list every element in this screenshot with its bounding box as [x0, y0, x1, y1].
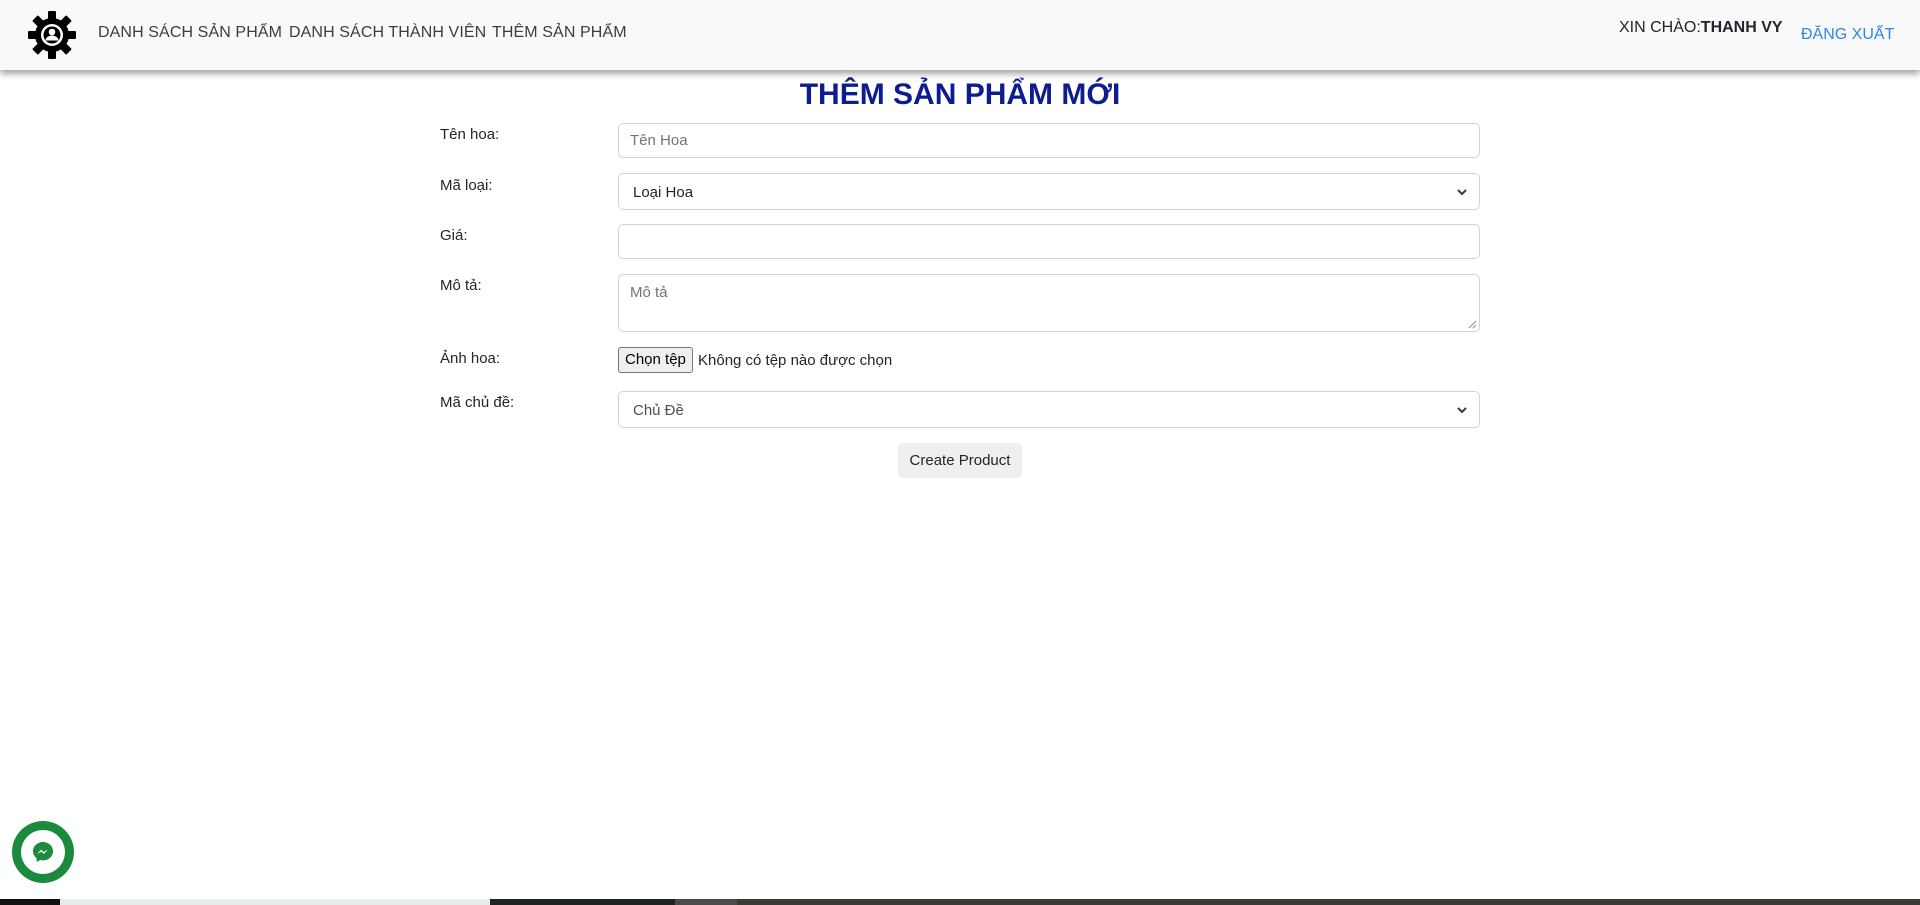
description-label: Mô tả:	[440, 277, 482, 294]
chevron-down-icon	[1457, 407, 1467, 414]
topic-selected-value: Chủ Đề	[633, 402, 684, 419]
taskbar-segment	[490, 899, 675, 905]
gear-user-icon[interactable]	[27, 10, 77, 60]
taskbar-segment	[737, 899, 1920, 905]
chevron-down-icon	[1457, 189, 1467, 196]
messenger-chat-button[interactable]	[12, 821, 74, 883]
choose-file-button[interactable]: Chọn tệp	[618, 347, 693, 373]
create-product-button[interactable]: Create Product	[898, 443, 1022, 478]
name-label: Tên hoa:	[440, 126, 500, 143]
nav-link-add-product[interactable]: THÊM SẢN PHẨM	[492, 24, 627, 42]
greeting-prefix: XIN CHÀO:	[1619, 19, 1701, 36]
nav-link-product-list[interactable]: DANH SÁCH SẢN PHẨM	[98, 24, 282, 42]
taskbar-segment	[60, 899, 490, 905]
messenger-button-inner	[21, 830, 65, 874]
greeting: XIN CHÀO:THANH VY	[1619, 19, 1783, 37]
flower-name-input[interactable]	[618, 123, 1480, 158]
taskbar-strip	[0, 899, 1920, 905]
topic-select[interactable]: Chủ Đề	[618, 391, 1480, 428]
top-navbar: DANH SÁCH SẢN PHẨM DANH SÁCH THÀNH VIÊN …	[0, 0, 1920, 70]
user-name: THANH VY	[1700, 19, 1783, 36]
price-input[interactable]	[618, 224, 1480, 259]
nav-link-member-list[interactable]: DANH SÁCH THÀNH VIÊN	[289, 24, 486, 42]
image-label: Ảnh hoa:	[440, 350, 501, 367]
description-textarea[interactable]	[618, 274, 1480, 332]
resize-grip-icon[interactable]	[1468, 320, 1477, 329]
logout-link[interactable]: ĐĂNG XUẤT	[1801, 26, 1894, 44]
taskbar-segment	[675, 899, 737, 905]
price-label: Giá:	[440, 227, 468, 244]
category-selected-value: Loại Hoa	[633, 184, 694, 201]
taskbar-segment	[0, 899, 60, 905]
file-status-text: Không có tệp nào được chọn	[698, 352, 893, 369]
category-select[interactable]: Loại Hoa	[618, 173, 1480, 210]
messenger-icon	[33, 842, 53, 862]
topic-label: Mã chủ đề:	[440, 394, 515, 411]
page-title: THÊM SẢN PHẨM MỚI	[799, 78, 1121, 111]
category-label: Mã loại:	[440, 177, 493, 194]
